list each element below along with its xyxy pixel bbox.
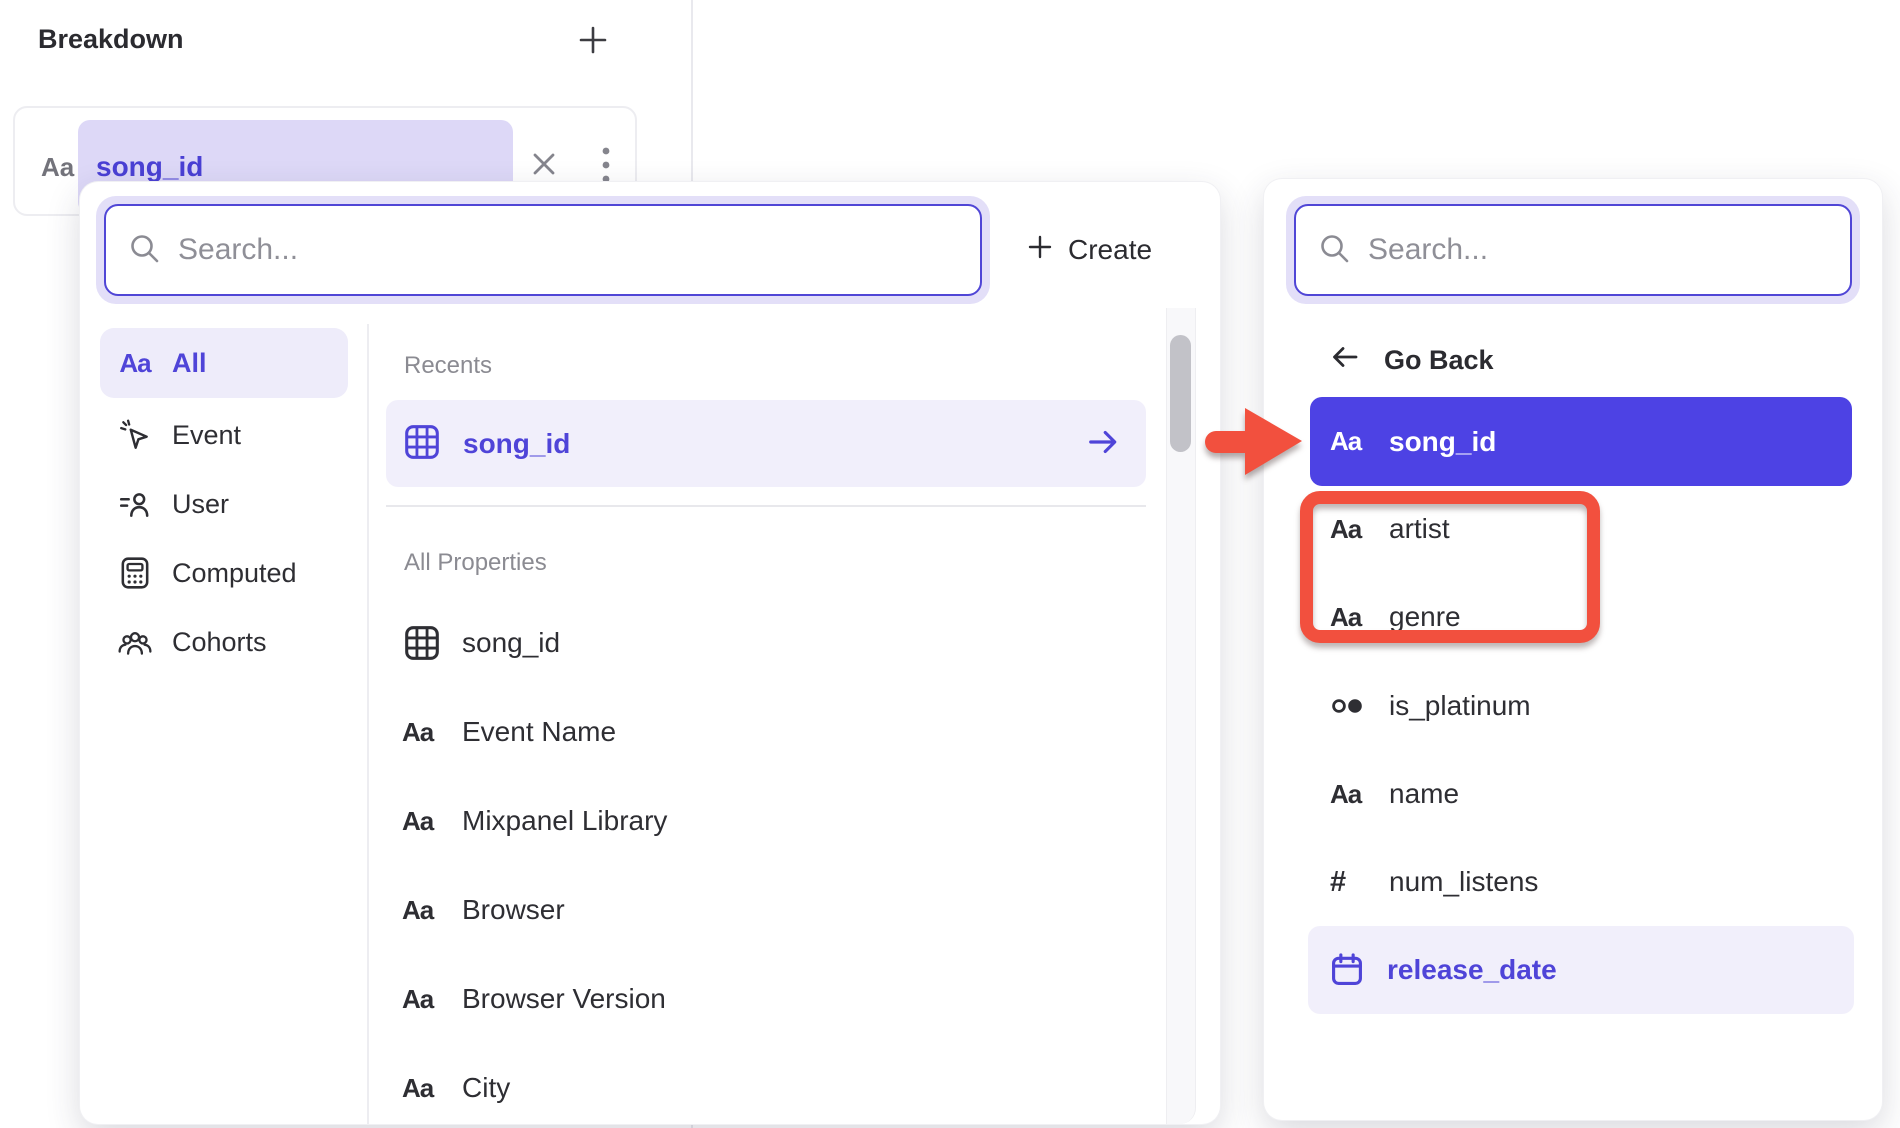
property-name: song_id	[462, 627, 560, 659]
value-name: is_platinum	[1389, 690, 1531, 722]
user-list-icon	[116, 486, 154, 522]
property-row-browser-version[interactable]: Aa Browser Version	[386, 966, 1126, 1032]
remove-breakdown-button[interactable]	[527, 148, 561, 182]
sidebar-item-label: Cohorts	[172, 627, 267, 658]
search-icon	[1318, 232, 1350, 269]
property-name: City	[462, 1072, 510, 1104]
text-type-icon: Aa	[41, 152, 74, 183]
add-breakdown-button[interactable]	[572, 20, 614, 62]
text-type-icon: Aa	[402, 895, 433, 926]
people-group-icon	[116, 624, 154, 660]
value-row-release-date[interactable]: release_date	[1308, 926, 1854, 1014]
plus-icon	[576, 23, 610, 60]
property-value-popup: Go Back Aa song_id Aa artist Aa genre is…	[1264, 179, 1882, 1120]
go-back-label: Go Back	[1384, 345, 1494, 376]
search-focus-ring	[96, 196, 990, 304]
sidebar-item-label: All	[172, 348, 207, 379]
property-row-song-id[interactable]: song_id	[386, 610, 1126, 676]
create-property-button[interactable]: Create	[1016, 222, 1162, 278]
property-picker-popup: Create Aa All Event User	[80, 182, 1220, 1124]
sidebar-item-computed[interactable]: Computed	[100, 538, 348, 608]
property-row-browser[interactable]: Aa Browser	[386, 877, 1126, 943]
property-row-mixpanel-library[interactable]: Aa Mixpanel Library	[386, 788, 1126, 854]
boolean-type-icon	[1330, 689, 1374, 723]
value-row-artist[interactable]: Aa artist	[1310, 496, 1852, 562]
value-name: release_date	[1387, 954, 1557, 986]
search-focus-ring	[1286, 196, 1860, 304]
text-type-icon: Aa	[402, 806, 433, 837]
property-row-event-name[interactable]: Aa Event Name	[386, 699, 1126, 765]
search-field	[104, 204, 982, 296]
value-row-num-listens[interactable]: # num_listens	[1310, 849, 1852, 915]
text-type-icon: Aa	[402, 1073, 433, 1104]
search-input[interactable]	[178, 233, 960, 267]
text-type-icon: Aa	[1330, 602, 1361, 633]
value-row-is-platinum[interactable]: is_platinum	[1310, 673, 1852, 739]
search-input[interactable]	[1368, 233, 1830, 267]
create-button-label: Create	[1068, 234, 1152, 266]
calendar-icon	[1328, 951, 1372, 989]
sidebar-item-label: Event	[172, 420, 241, 451]
search-icon	[128, 232, 160, 269]
sidebar-item-event[interactable]: Event	[100, 400, 348, 470]
text-type-icon: Aa	[119, 348, 150, 379]
calculator-icon	[116, 555, 154, 591]
sidebar-item-label: Computed	[172, 558, 297, 589]
value-name: genre	[1389, 601, 1461, 633]
cursor-click-icon	[116, 417, 154, 453]
arrow-left-icon	[1328, 340, 1362, 381]
value-name: artist	[1389, 513, 1450, 545]
plus-icon	[1026, 233, 1054, 268]
breakdown-section-title: Breakdown	[38, 24, 184, 55]
property-name: Mixpanel Library	[462, 805, 667, 837]
property-name: Browser Version	[462, 983, 666, 1015]
value-name: name	[1389, 778, 1459, 810]
property-name: Browser	[462, 894, 565, 926]
all-properties-section-label: All Properties	[404, 549, 547, 577]
recent-property-song-id[interactable]: song_id	[386, 400, 1146, 487]
scrollbar-thumb[interactable]	[1170, 335, 1191, 452]
value-row-genre[interactable]: Aa genre	[1310, 584, 1852, 650]
sidebar-item-all[interactable]: Aa All	[100, 328, 348, 398]
table-grid-icon	[402, 623, 446, 663]
recents-section-label: Recents	[404, 352, 492, 380]
close-icon	[530, 150, 558, 181]
number-type-icon: #	[1330, 866, 1345, 899]
sidebar-divider	[367, 324, 369, 1124]
go-back-button[interactable]: Go Back	[1320, 337, 1502, 383]
value-row-name[interactable]: Aa name	[1310, 761, 1852, 827]
sidebar-item-cohorts[interactable]: Cohorts	[100, 607, 348, 677]
sidebar-item-label: User	[172, 489, 229, 520]
arrow-right-icon	[1084, 423, 1122, 464]
list-divider	[386, 505, 1146, 507]
breakdown-property-name: song_id	[96, 151, 203, 183]
value-name: song_id	[1389, 426, 1496, 458]
recent-property-name: song_id	[463, 428, 570, 460]
property-name: Event Name	[462, 716, 616, 748]
table-grid-icon	[402, 422, 442, 465]
value-name: num_listens	[1389, 866, 1538, 898]
text-type-icon: Aa	[402, 984, 433, 1015]
text-type-icon: Aa	[402, 717, 433, 748]
search-field	[1294, 204, 1852, 296]
text-type-icon: Aa	[1330, 779, 1361, 810]
property-row-city[interactable]: Aa City	[386, 1055, 1126, 1121]
sidebar-item-user[interactable]: User	[100, 469, 348, 539]
text-type-icon: Aa	[1330, 426, 1361, 457]
breakdown-options-button[interactable]	[593, 146, 619, 186]
value-row-song-id-selected[interactable]: Aa song_id	[1310, 397, 1852, 486]
text-type-icon: Aa	[1330, 514, 1361, 545]
